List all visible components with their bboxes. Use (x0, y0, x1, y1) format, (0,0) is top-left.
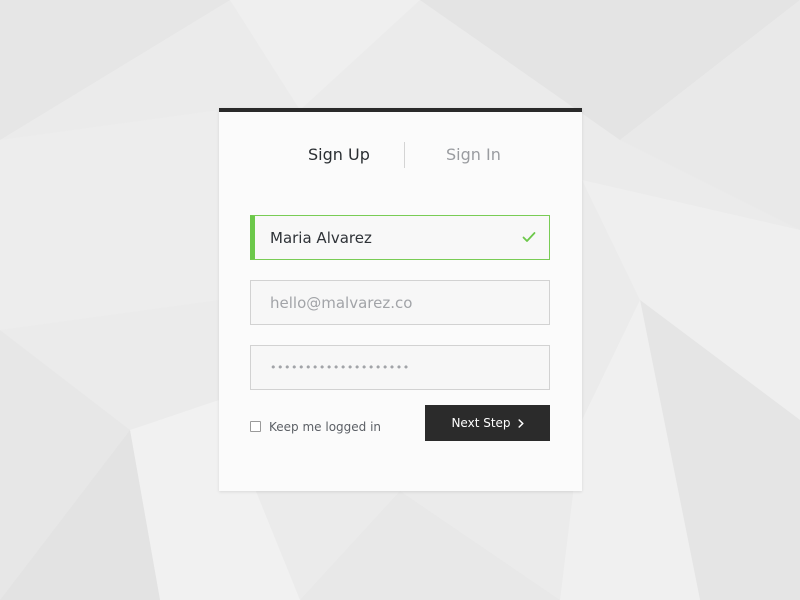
email-field (250, 280, 550, 325)
name-field (250, 215, 550, 260)
tab-sign-up[interactable]: Sign Up (308, 145, 370, 165)
name-input[interactable] (255, 216, 549, 259)
signup-card: Sign Up Sign In Keep me logged in Next S… (219, 108, 582, 491)
email-input[interactable] (251, 281, 549, 324)
keep-logged-in-label[interactable]: Keep me logged in (269, 419, 381, 435)
auth-tabs: Sign Up Sign In (219, 140, 582, 170)
keep-logged-in-checkbox[interactable] (250, 421, 261, 432)
password-field (250, 345, 550, 390)
password-input[interactable] (251, 346, 549, 389)
check-icon (522, 232, 536, 242)
next-step-label: Next Step (451, 416, 511, 430)
chevron-right-icon (517, 418, 524, 428)
tab-sign-in[interactable]: Sign In (446, 145, 501, 165)
tab-divider (404, 142, 405, 168)
next-step-button[interactable]: Next Step (425, 405, 550, 441)
